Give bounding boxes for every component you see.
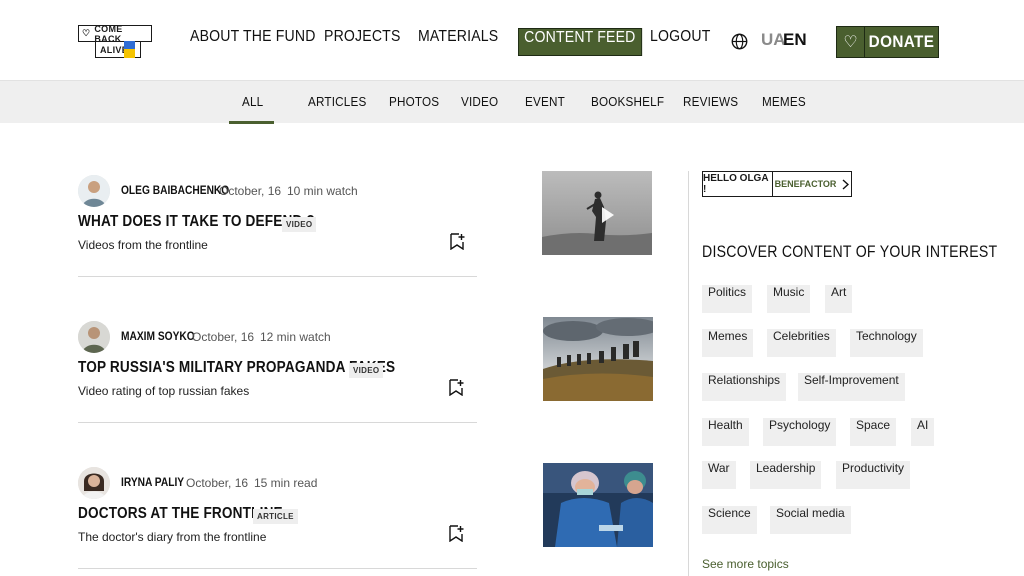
author-name[interactable]: Maxim Soyko [121, 329, 195, 343]
post-title[interactable]: Top Russia's military propaganda fakes [78, 359, 395, 377]
category-bar: All Articles Photos Video Event Bookshel… [0, 80, 1024, 124]
post-divider [78, 422, 477, 423]
topic-tag[interactable]: AI [911, 418, 935, 446]
topic-tag[interactable]: Memes [702, 329, 754, 357]
topic-tag[interactable]: Social media [770, 506, 851, 534]
post-description: Videos from the frontline [78, 238, 208, 252]
category-memes[interactable]: Memes [762, 94, 806, 109]
feed-post[interactable]: Oleg Baibachenko October, 16 10 min watc… [78, 175, 477, 252]
greeting-label: Hello Olga ! [703, 172, 773, 196]
post-date: October, 16 [219, 184, 282, 198]
post-description: Video rating of top russian fakes [78, 384, 250, 398]
post-type-badge: ARTICLE [253, 509, 298, 524]
discover-heading: Discover content of your interest [702, 242, 998, 261]
topic-tag[interactable]: Relationships [702, 373, 787, 401]
topic-tag[interactable]: Politics [702, 285, 753, 313]
author-avatar[interactable] [78, 321, 110, 353]
donate-label: DONATE [868, 32, 935, 51]
ukraine-flag-icon [124, 41, 135, 58]
topic-tag[interactable]: Productivity [836, 461, 911, 489]
post-date: October, 16 [186, 476, 249, 490]
lang-ua-option[interactable]: UA [761, 30, 786, 50]
post-date: October, 16 [192, 330, 255, 344]
topic-tag[interactable]: Celebrities [767, 329, 836, 357]
topic-tag[interactable]: Space [850, 418, 897, 446]
post-divider [78, 276, 477, 277]
topic-tag[interactable]: Leadership [750, 461, 822, 489]
category-photos[interactable]: Photos [389, 94, 439, 109]
category-event[interactable]: Event [525, 94, 565, 109]
bookmark-add-icon[interactable] [449, 525, 464, 542]
topic-tag[interactable]: Self-Improvement [798, 373, 905, 401]
user-role[interactable]: Benefactor [773, 172, 851, 196]
see-more-topics-link[interactable]: See more topics [702, 557, 789, 571]
heart-icon: ♡ [837, 27, 865, 57]
user-profile-chip[interactable]: Hello Olga ! Benefactor [702, 171, 852, 197]
nav-logout[interactable]: Logout [650, 28, 711, 56]
post-duration: 10 min watch [287, 184, 358, 198]
globe-icon[interactable] [731, 33, 748, 50]
user-role-label: Benefactor [774, 179, 837, 189]
topic-tag[interactable]: Health [702, 418, 749, 446]
topic-tag[interactable]: Art [825, 285, 853, 313]
chevron-right-icon [842, 178, 850, 190]
come-back-alive-logo[interactable]: ♡ COME BACK ALIVE [78, 24, 153, 59]
post-type-badge: VIDEO [282, 217, 317, 232]
topic-tag[interactable]: Psychology [763, 418, 837, 446]
author-name[interactable]: Oleg Baibachenko [121, 183, 229, 197]
category-bookshelf[interactable]: Bookshelf [591, 94, 664, 109]
donate-button[interactable]: ♡ DONATE [836, 26, 939, 58]
feed-post[interactable]: Iryna Paliy October, 16 15 min read Doct… [78, 467, 477, 544]
post-thumbnail[interactable] [543, 317, 653, 401]
bookmark-add-icon[interactable] [450, 233, 465, 250]
author-name[interactable]: Iryna Paliy [121, 475, 184, 489]
post-duration: 15 min read [254, 476, 318, 490]
category-video[interactable]: Video [461, 94, 498, 109]
category-all[interactable]: All [242, 94, 263, 109]
lang-en-option[interactable]: EN [783, 30, 807, 50]
nav-materials[interactable]: Materials [418, 28, 498, 56]
post-duration: 12 min watch [260, 330, 331, 344]
topic-tag[interactable]: Science [702, 506, 757, 534]
site-header: ♡ COME BACK ALIVE About the fund Project… [0, 0, 1024, 80]
post-divider [78, 568, 477, 569]
author-avatar[interactable] [78, 175, 110, 207]
post-thumbnail[interactable] [542, 171, 652, 255]
post-description: The doctor's diary from the frontline [78, 530, 267, 544]
active-category-underline [229, 121, 274, 124]
feed-post[interactable]: Maxim Soyko October, 16 12 min watch Top… [78, 321, 477, 398]
post-title[interactable]: What does it take to defend ? [78, 213, 315, 231]
nav-content-feed[interactable]: Content feed [518, 28, 642, 56]
topic-tag[interactable]: War [702, 461, 736, 489]
nav-about-the-fund[interactable]: About the fund [190, 28, 316, 56]
post-type-badge: VIDEO [349, 363, 384, 378]
sidebar-divider [688, 171, 689, 576]
category-articles[interactable]: Articles [308, 94, 366, 109]
bookmark-add-icon[interactable] [449, 379, 464, 396]
topic-tag[interactable]: Music [767, 285, 811, 313]
author-avatar[interactable] [78, 467, 110, 499]
topic-tag[interactable]: Technology [850, 329, 923, 357]
post-thumbnail[interactable] [543, 463, 653, 547]
category-reviews[interactable]: Reviews [683, 94, 738, 109]
nav-projects[interactable]: Projects [324, 28, 401, 56]
heart-icon: ♡ [82, 28, 91, 38]
